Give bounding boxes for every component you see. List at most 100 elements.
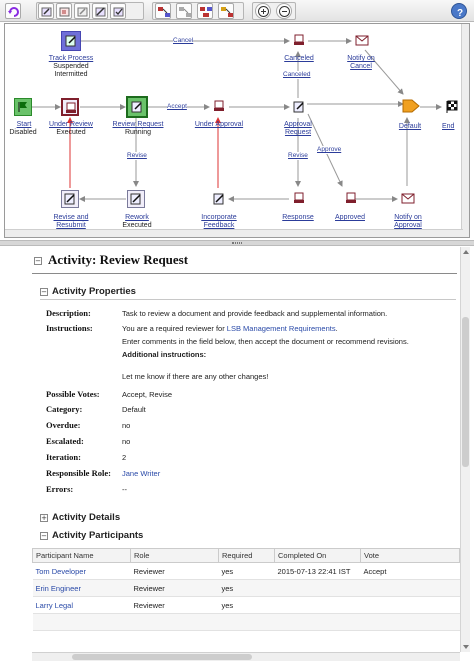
help-icon: ? [457, 8, 463, 19]
table-row[interactable]: Erin Engineer Reviewer yes [32, 579, 460, 597]
zoom-in-button[interactable] [255, 3, 271, 19]
responsible-role-value[interactable]: Jane Writer [122, 468, 160, 479]
participant-name-cell[interactable]: Tom Developer [32, 562, 131, 580]
splitter-grip[interactable] [232, 242, 242, 244]
flag-icon [18, 102, 27, 112]
stamp-icon [294, 192, 304, 203]
collapse-participants-icon[interactable]: − [40, 532, 48, 540]
additional-instructions-text: Let me know if there are any other chang… [122, 372, 269, 381]
overdue-value: no [122, 421, 131, 430]
under-approval-node[interactable] [210, 98, 228, 116]
layout-flow-button[interactable] [155, 3, 171, 19]
default-gateway-node[interactable] [400, 96, 422, 114]
notify-cancel-node[interactable] [352, 32, 370, 50]
start-activity-button[interactable] [38, 3, 54, 19]
activity-details-panel: − Activity: Review Request − Activity Pr… [32, 247, 460, 652]
edge-label-approve[interactable]: Approve [317, 146, 342, 154]
track-process-node[interactable] [61, 31, 81, 51]
panel-vertical-scrollbar[interactable] [460, 247, 470, 652]
column-header-vote[interactable]: Vote [360, 548, 460, 563]
diagram-vertical-scrollbar[interactable] [461, 24, 469, 237]
end-node[interactable] [443, 98, 461, 116]
additional-instructions-heading: Additional instructions: [122, 350, 207, 359]
canceled-label[interactable]: Canceled [271, 54, 327, 63]
layout-tree-button[interactable] [176, 3, 192, 19]
workflow-diagram: Start Disabled Under Review Executed Rev… [4, 23, 470, 238]
reassign-button[interactable] [74, 3, 90, 19]
escalated-value: no [122, 437, 131, 446]
end-label[interactable]: End [442, 122, 462, 131]
escalated-label: Escalated: [46, 436, 84, 446]
rework-node[interactable] [127, 190, 145, 208]
participants-header-row: Participant Name Role Required Completed… [32, 548, 460, 563]
instructions-label: Instructions: [46, 323, 93, 333]
approved-node[interactable] [342, 190, 360, 208]
edge-label-revise[interactable]: Revise [127, 152, 147, 160]
approval-request-node[interactable] [290, 98, 308, 116]
column-header-completed-on[interactable]: Completed On [274, 548, 361, 563]
table-row[interactable]: Larry Legal Reviewer yes [32, 596, 460, 614]
layout-highlight-button[interactable] [218, 3, 234, 19]
empty-cell [130, 613, 219, 631]
table-row[interactable]: Tom Developer Reviewer yes 2015-07-13 22… [32, 562, 460, 580]
column-header-role[interactable]: Role [130, 548, 219, 563]
errors-label: Errors: [46, 484, 74, 494]
diagram-horizontal-scrollbar[interactable] [5, 229, 463, 237]
revise-resubmit-node[interactable] [61, 190, 79, 208]
canceled-node[interactable] [290, 32, 308, 50]
description-label: Description: [46, 308, 91, 318]
overdue-label: Overdue: [46, 420, 81, 430]
scroll-up-icon[interactable] [463, 250, 469, 254]
zoom-out-button[interactable] [276, 3, 292, 19]
column-header-participant-name[interactable]: Participant Name [32, 548, 131, 563]
gateway-icon [402, 99, 420, 113]
response-node[interactable] [290, 190, 308, 208]
edge-label-cancel[interactable]: Cancel [173, 37, 194, 45]
notify-icon [355, 35, 369, 46]
activity-details-title[interactable]: Activity Details [52, 512, 120, 523]
panel-horizontal-scrollbar[interactable] [32, 652, 460, 661]
checkered-flag-icon [446, 100, 458, 113]
collapse-activity-icon[interactable]: − [34, 257, 42, 265]
document-pencil-icon [64, 193, 75, 205]
complete-button[interactable] [110, 3, 126, 19]
participants-table: Participant Name Role Required Completed… [32, 548, 460, 631]
under-approval-label[interactable]: Under Approval [189, 120, 249, 129]
approved-label[interactable]: Approved [325, 213, 375, 222]
review-request-status: Running [124, 129, 152, 136]
vote-button[interactable] [56, 3, 72, 19]
scroll-thumb[interactable] [462, 317, 469, 467]
participant-name-cell[interactable]: Erin Engineer [32, 579, 131, 597]
activity-properties-title[interactable]: Activity Properties [52, 286, 136, 297]
edge-label-accept[interactable]: Accept [167, 103, 187, 111]
document-link[interactable]: LSB Management Requirements [227, 324, 336, 333]
required-cell: yes [218, 579, 275, 597]
collapse-properties-icon[interactable]: − [40, 288, 48, 296]
delegate-button[interactable] [92, 3, 108, 19]
default-label[interactable]: Default [393, 122, 427, 131]
pane-splitter[interactable] [0, 240, 474, 246]
category-label: Category: [46, 404, 83, 414]
expand-details-icon[interactable]: + [40, 514, 48, 522]
notify-cancel-label-2[interactable]: Cancel [335, 62, 387, 71]
activity-participants-title[interactable]: Activity Participants [52, 530, 143, 541]
approval-request-label-2[interactable]: Request [275, 128, 321, 137]
horizontal-scroll-thumb[interactable] [72, 654, 252, 660]
edge-label-revise-2[interactable]: Revise [288, 152, 308, 160]
delegate-icon [95, 7, 106, 17]
vote-cell: Accept [360, 562, 460, 580]
column-header-required[interactable]: Required [218, 548, 275, 563]
notify-approval-node[interactable] [398, 190, 416, 208]
start-node[interactable] [14, 98, 32, 116]
incorporate-feedback-node[interactable] [210, 190, 228, 208]
refresh-icon [8, 7, 19, 17]
participant-name-cell[interactable]: Larry Legal [32, 596, 131, 614]
refresh-button[interactable] [5, 3, 21, 19]
scroll-down-icon[interactable] [463, 645, 469, 649]
layout-grid-button[interactable] [197, 3, 213, 19]
under-review-node[interactable] [61, 98, 79, 116]
review-request-node[interactable] [126, 96, 148, 118]
help-button[interactable]: ? [451, 3, 467, 19]
response-label[interactable]: Response [273, 213, 323, 222]
edge-label-canceled[interactable]: Canceled [283, 71, 311, 79]
